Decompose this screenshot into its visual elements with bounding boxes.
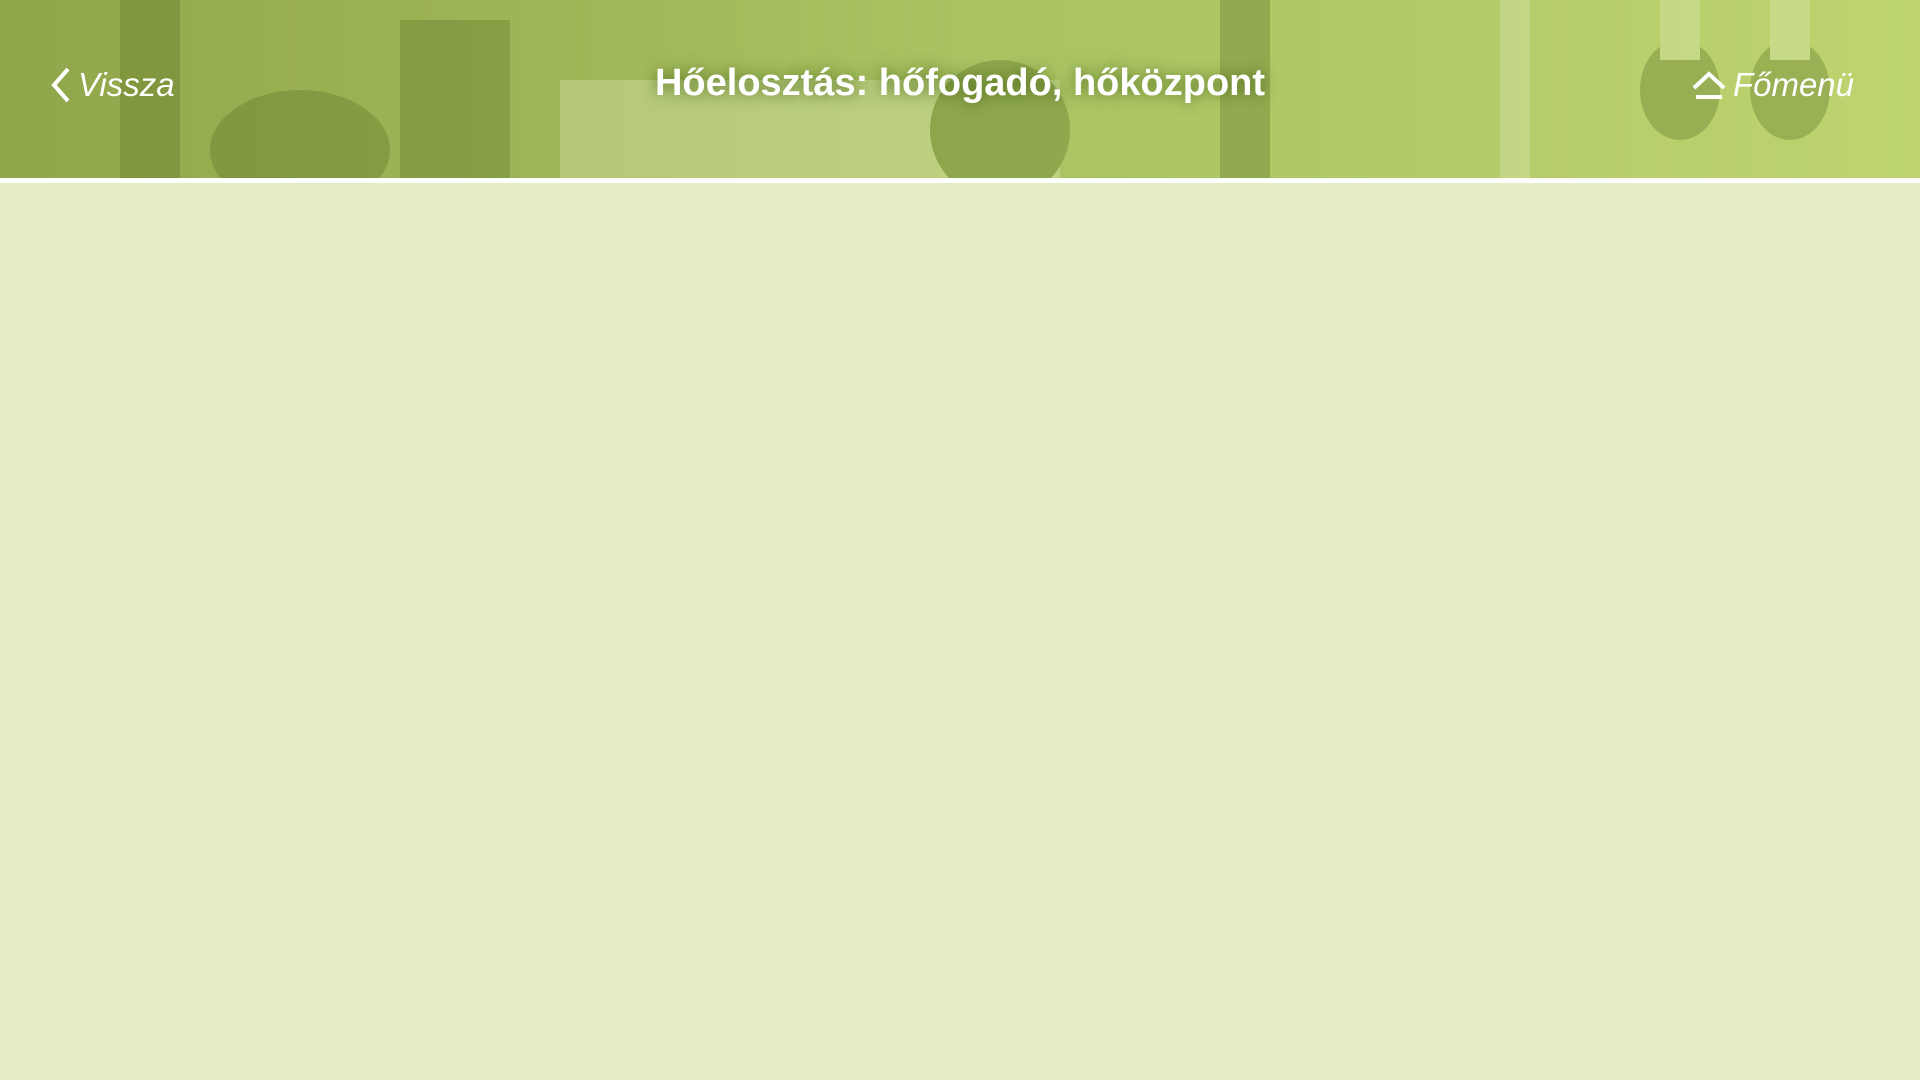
main-menu-button[interactable]: Főmenü (1691, 66, 1854, 104)
page-title: Hőelosztás: hőfogadó, hőközpont (654, 62, 1266, 104)
header-banner: Vissza Hőelosztás: hőfogadó, hőközpont F… (0, 0, 1920, 178)
main-menu-label: Főmenü (1732, 66, 1854, 103)
content-area (0, 183, 1920, 1080)
home-up-icon (1692, 71, 1726, 99)
